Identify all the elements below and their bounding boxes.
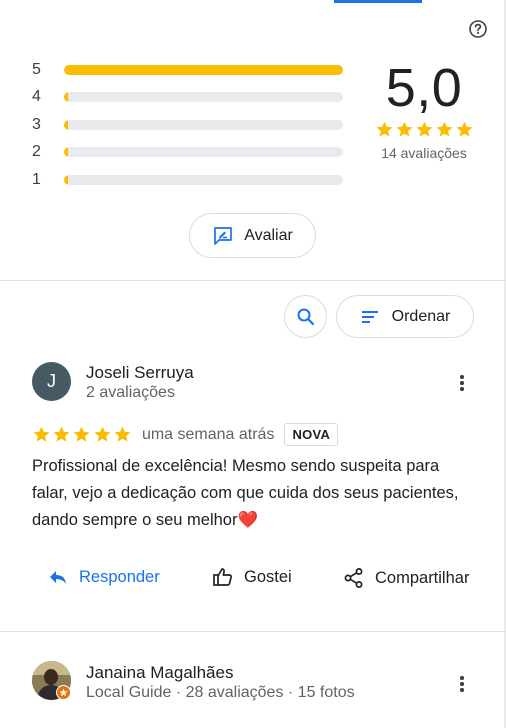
rating-bar-label: 1: [32, 170, 41, 188]
section-divider: [0, 280, 506, 281]
rating-bar-label: 3: [32, 115, 41, 133]
average-stars: [372, 120, 476, 139]
rating-bar-fill: [64, 147, 68, 158]
thumb-up-icon: [213, 568, 232, 586]
reviewer-name[interactable]: Joseli Serruya: [86, 363, 194, 383]
review-divider: [0, 631, 506, 632]
reviewer-meta: Local Guide · 28 avaliações · 15 fotos: [86, 684, 355, 701]
avatar-letter: J: [47, 371, 56, 391]
sort-button[interactable]: Ordenar: [336, 295, 474, 338]
star-icon: [376, 121, 392, 137]
average-score: 5,0: [385, 58, 463, 118]
active-tab-indicator: [334, 0, 422, 3]
write-review-label: Avaliar: [244, 226, 293, 244]
rating-bar-label: 2: [32, 143, 41, 161]
rating-bar-fill: [64, 174, 68, 185]
rating-bar-fill: [64, 119, 68, 130]
reviewer-name[interactable]: Janaina Magalhães: [86, 663, 233, 683]
new-badge: NOVA: [284, 423, 339, 446]
review-time: uma semana atrás: [141, 425, 275, 443]
reply-icon: [50, 571, 66, 584]
star-icon: [396, 121, 412, 137]
review-text: Profissional de excelência! Mesmo sendo …: [32, 457, 459, 529]
rating-summary: 5,0 14 avaliações: [372, 58, 476, 161]
star-icon: [53, 426, 70, 442]
rating-bar-track: [64, 64, 343, 75]
rating-bar-row: 3: [32, 111, 343, 139]
avatar[interactable]: J: [32, 362, 71, 401]
rating-distribution: 5 4 3 2 1: [32, 56, 343, 194]
like-button[interactable]: Gostei: [212, 567, 292, 587]
avatar[interactable]: [32, 661, 71, 700]
help-circle-icon[interactable]: [468, 19, 488, 39]
like-label: Gostei: [244, 567, 292, 586]
local-guide-badge-icon: [56, 685, 71, 700]
star-icon: [114, 426, 131, 442]
reviewer-meta: 2 avaliações: [86, 384, 175, 401]
rating-bar-fill: [64, 92, 68, 103]
rating-bar-track: [64, 92, 343, 103]
rate-review-icon: [214, 226, 233, 245]
rating-bar-track: [64, 119, 343, 130]
sort-icon: [361, 310, 378, 323]
rating-bar-row: 4: [32, 84, 343, 112]
rating-bar-track: [64, 147, 343, 158]
write-review-button[interactable]: Avaliar: [189, 213, 316, 258]
reply-button[interactable]: Responder: [47, 567, 160, 587]
search-reviews-button[interactable]: [284, 295, 327, 338]
review-rating: uma semana atrás NOVA: [32, 423, 339, 446]
rating-bar-row: 1: [32, 166, 343, 194]
rating-bar-row: 2: [32, 139, 343, 167]
review-count: 14 avaliações: [381, 145, 467, 161]
star-icon: [456, 121, 472, 137]
more-options-icon[interactable]: [452, 674, 472, 694]
star-icon: [94, 426, 110, 442]
reply-label: Responder: [79, 567, 160, 586]
rating-bar-fill: [64, 64, 343, 75]
rating-bar-track: [64, 174, 343, 185]
rating-bar-label: 5: [32, 60, 41, 78]
share-icon: [344, 568, 363, 588]
rating-bar-row: 5: [32, 56, 343, 84]
search-icon: [297, 308, 314, 325]
star-icon: [416, 121, 432, 137]
rating-bar-label: 4: [32, 88, 41, 106]
share-button[interactable]: Compartilhar: [343, 567, 469, 589]
star-icon: [33, 426, 50, 442]
share-label: Compartilhar: [375, 568, 470, 587]
more-options-icon[interactable]: [452, 373, 472, 393]
sort-label: Ordenar: [391, 307, 451, 325]
star-icon: [436, 121, 452, 137]
star-icon: [73, 426, 90, 442]
